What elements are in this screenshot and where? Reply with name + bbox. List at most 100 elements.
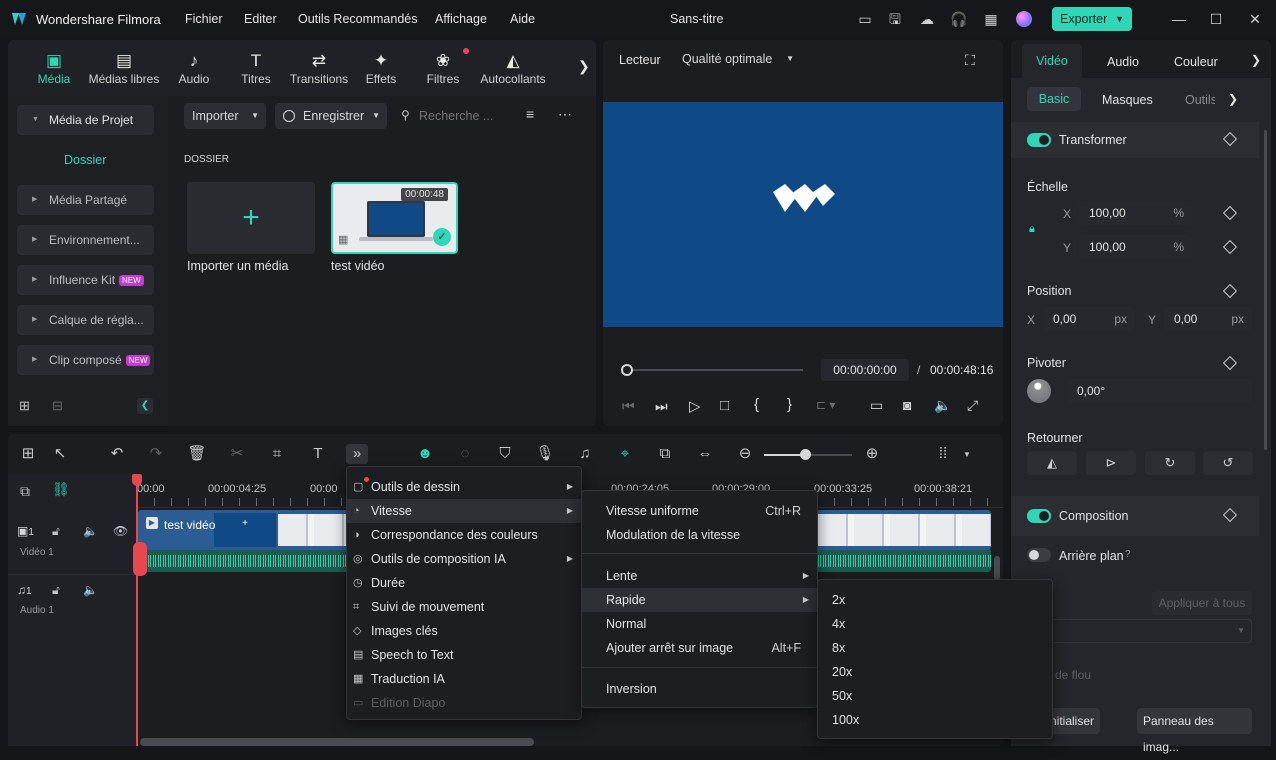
tab-video[interactable]: Vidéo	[1022, 44, 1082, 78]
menu-item-uniform-speed[interactable]: Vitesse uniforme Ctrl+R	[582, 499, 817, 523]
rotate-right-icon[interactable]: ↻	[1145, 451, 1195, 475]
subtabs-next-icon[interactable]: ❯	[1228, 92, 1238, 106]
marker-icon[interactable]: ⛉	[495, 444, 515, 464]
search-input[interactable]	[419, 104, 511, 128]
sidebar-item-project-media[interactable]: ▼ Média de Projet	[17, 105, 154, 135]
menu-item-duration[interactable]: ◷ Durée	[347, 571, 581, 595]
timeline-vscrollbar[interactable]	[994, 556, 1000, 580]
timeline-hscrollbar[interactable]	[140, 738, 534, 746]
apply-all-button[interactable]: Appliquer à tous	[1152, 591, 1252, 615]
snap-icon[interactable]: ⌖	[615, 444, 635, 464]
delete-icon[interactable]: 🗑︎	[187, 444, 207, 464]
music-edit-icon[interactable]: ♫	[575, 444, 595, 464]
chevron-down-icon[interactable]: ▼	[963, 450, 971, 459]
menu-item-slow[interactable]: Lente ▶	[582, 564, 817, 588]
layout-grid-icon[interactable]: ⊞	[18, 444, 38, 464]
menu-editer[interactable]: Editer	[244, 12, 277, 26]
subtab-masks[interactable]: Masques	[1102, 93, 1153, 107]
menu-item-speed[interactable]: ◔ Vitesse ▶	[347, 499, 581, 523]
sidebar-item-compound-clip[interactable]: ▶ Clip composé NEW	[17, 345, 154, 375]
sidebar-item-influence-kit[interactable]: ▶ Influence Kit NEW	[17, 265, 154, 295]
menu-item-speed-ramping[interactable]: Modulation de la vitesse	[582, 523, 817, 547]
step-forward-icon[interactable]: ⏭	[655, 398, 668, 415]
camera-icon[interactable]: ◙	[903, 397, 911, 413]
menu-item-speed-20x[interactable]: 20x	[818, 660, 1052, 684]
zoom-in-icon[interactable]: ⊕	[862, 444, 882, 464]
eye-icon[interactable]: 👁︎	[113, 524, 128, 538]
scale-y-field[interactable]: 100,00%	[1079, 235, 1192, 259]
tab-filters[interactable]: ❀ Filtres	[407, 50, 479, 86]
menu-item-speed-4x[interactable]: 4x	[818, 612, 1052, 636]
tab-audio-inspector[interactable]: Audio	[1107, 55, 1139, 69]
menu-item-fast[interactable]: Rapide ▶	[582, 588, 817, 612]
flip-horizontal-icon[interactable]: ◭	[1027, 451, 1077, 475]
tab-titles[interactable]: T Titres	[220, 50, 292, 86]
auto-reframe-icon[interactable]: ⧉	[655, 444, 675, 464]
redo-icon[interactable]: ↷	[146, 444, 166, 464]
playback-scrubber[interactable]	[627, 369, 803, 371]
collapse-sidebar-icon[interactable]: ❮	[137, 398, 153, 414]
display-dropdown-icon[interactable]: ▭	[870, 397, 883, 414]
tab-media[interactable]: ▣ Média	[18, 50, 90, 86]
scissors-icon[interactable]: ✂	[227, 444, 247, 464]
menu-item-motion-tracking[interactable]: ⌗ Suivi de mouvement	[347, 595, 581, 619]
quality-dropdown[interactable]: Qualité optimale ▼	[674, 46, 802, 72]
stop-icon[interactable]: □	[720, 397, 729, 414]
menu-affichage[interactable]: Affichage	[435, 12, 487, 26]
lock-track-icon[interactable]: 🔓︎	[52, 524, 60, 539]
tab-stickers[interactable]: ◭ Autocollants	[477, 50, 549, 86]
zoom-slider-handle[interactable]	[800, 449, 811, 460]
menu-item-freeze-frame[interactable]: Ajouter arrêt sur image Alt+F	[582, 636, 817, 660]
headset-icon[interactable]: 🎧	[950, 10, 968, 28]
mark-in-icon[interactable]: {	[754, 396, 759, 413]
menu-item-normal[interactable]: Normal	[582, 612, 817, 636]
ai-robot-icon[interactable]: ☻	[415, 444, 435, 464]
toolbar-next-icon[interactable]: ❯	[578, 58, 590, 75]
microphone-icon[interactable]: 🎙︎	[535, 444, 555, 464]
background-toggle[interactable]	[1027, 548, 1051, 562]
snapshot-view-icon[interactable]: ⛶	[965, 52, 975, 69]
new-folder-icon[interactable]: ⊞	[19, 398, 30, 414]
keyframe-panel-button[interactable]: Panneau des imag...	[1137, 708, 1252, 754]
mute-track-icon[interactable]: 🔈	[83, 524, 98, 538]
menu-item-color-match[interactable]: ◑ Correspondance des couleurs	[347, 523, 581, 547]
lock-ratio-icon[interactable]: 🔒︎	[1029, 223, 1035, 236]
player-tab[interactable]: Lecteur	[619, 53, 661, 67]
link-icon[interactable]: ⛓︎	[52, 481, 70, 498]
subtab-tools[interactable]: Outils	[1185, 93, 1215, 107]
menu-aide[interactable]: Aide	[510, 12, 535, 26]
avatar[interactable]	[1016, 11, 1032, 27]
menu-item-speed-50x[interactable]: 50x	[818, 684, 1052, 708]
render-preview-icon[interactable]: ◌	[455, 444, 475, 464]
add-track-icon[interactable]: ⧉	[20, 483, 30, 500]
rotate-left-icon[interactable]: ↺	[1203, 451, 1253, 475]
menu-fichier[interactable]: Fichier	[185, 12, 223, 26]
menu-item-ai-translation[interactable]: ▦ Traduction IA	[347, 667, 581, 691]
minimize-icon[interactable]: —	[1170, 10, 1188, 28]
subtab-basic[interactable]: Basic	[1027, 87, 1081, 111]
current-time-field[interactable]: 00:00:00:00	[821, 359, 909, 381]
select-tool-icon[interactable]: ↖	[50, 444, 70, 464]
import-media-tile[interactable]: +	[187, 182, 315, 254]
scrubber-handle[interactable]	[621, 364, 633, 376]
sidebar-item-shared-media[interactable]: ▶ Média Partagé	[17, 185, 154, 215]
filter-sort-icon[interactable]: ≡	[526, 106, 534, 122]
tabs-next-icon[interactable]: ❯	[1251, 53, 1261, 67]
menu-item-speed-100x[interactable]: 100x	[818, 708, 1052, 732]
prev-frame-icon[interactable]: ⏮	[622, 398, 635, 415]
maximize-icon[interactable]: ☐	[1207, 10, 1225, 28]
pos-x-field[interactable]: 0,00 px	[1043, 307, 1135, 331]
more-options-icon[interactable]: ⋯	[558, 106, 572, 123]
lock-track-icon[interactable]: 🔓︎	[52, 583, 60, 598]
media-clip-thumbnail[interactable]: 00:00:48 ▦ ✓	[331, 182, 458, 254]
playhead-clip-grip[interactable]	[133, 542, 147, 576]
export-button[interactable]: Exporter ▼	[1052, 7, 1132, 31]
zoom-out-icon[interactable]: ⊖	[735, 444, 755, 464]
menu-item-ai-composition[interactable]: ◎ Outils de composition IA ▶	[347, 547, 581, 571]
track-layout-icon[interactable]: ⁞⁞	[933, 444, 953, 464]
mute-track-icon[interactable]: 🔈	[83, 583, 98, 597]
cloud-icon[interactable]: ☁	[918, 10, 936, 28]
rotate-field[interactable]: 0,00°	[1067, 379, 1252, 403]
playhead-handle[interactable]	[132, 474, 142, 486]
marker-dropdown-icon[interactable]: ⊏ ▾	[816, 398, 835, 412]
